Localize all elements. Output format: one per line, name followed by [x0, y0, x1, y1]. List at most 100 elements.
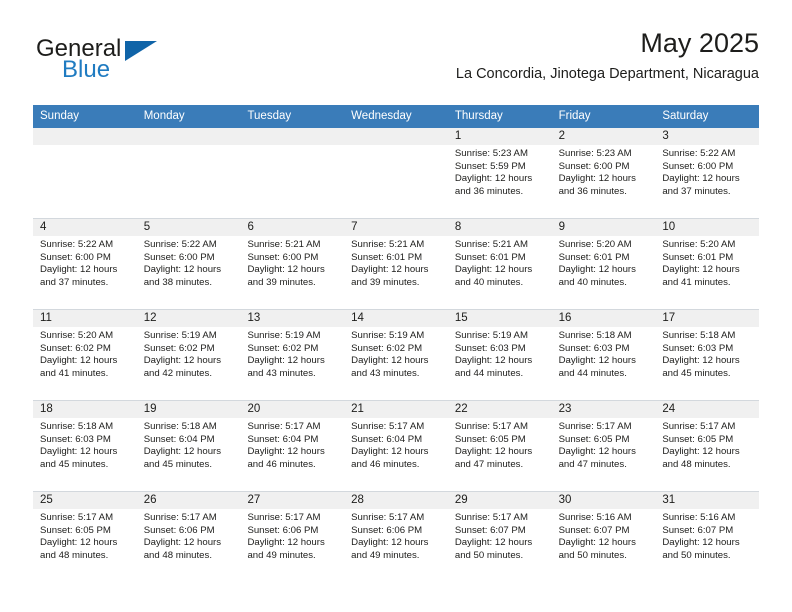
day-info-line: Sunrise: 5:17 AM: [351, 512, 425, 523]
calendar-week-row: 18 Sunrise: 5:18 AM Sunset: 6:03 PM Dayligh…: [33, 400, 760, 491]
day-number: 23: [551, 401, 656, 418]
calendar-day-cell[interactable]: 27 Sunrise: 5:17 AM Sunset: 6:06 PM Dayligh…: [240, 492, 345, 582]
day-number: 6: [240, 219, 345, 236]
day-info-line: Daylight: 12 hours: [351, 537, 429, 549]
calendar-day-cell[interactable]: 18 Sunrise: 5:18 AM Sunset: 6:03 PM Dayligh…: [33, 401, 137, 491]
day-info-line: and 40 minutes.: [454, 276, 524, 288]
calendar-day-cell[interactable]: 7 Sunrise: 5:21 AM Sunset: 6:01 PM Daylight…: [344, 219, 448, 309]
calendar-day-cell[interactable]: 16 Sunrise: 5:18 AM Sunset: 6:03 PM Dayligh…: [551, 310, 656, 400]
calendar-day-cell[interactable]: 1 Sunrise: 5:23 AM Sunset: 5:59 PM Daylight…: [447, 128, 552, 218]
day-info-line: Sunset: 6:04 PM: [143, 433, 215, 445]
day-info-line: Sunset: 6:07 PM: [662, 524, 734, 536]
weekday-header-wednesday: Wednesday: [351, 110, 412, 122]
day-info-line: Daylight: 12 hours: [247, 264, 325, 276]
day-number: 5: [136, 219, 241, 236]
calendar-day-cell[interactable]: 20 Sunrise: 5:17 AM Sunset: 6:04 PM Dayligh…: [240, 401, 345, 491]
calendar-day-cell[interactable]: 8 Sunrise: 5:21 AM Sunset: 6:01 PM Daylight…: [447, 219, 552, 309]
day-number: 4: [33, 219, 137, 236]
day-number: 12: [136, 310, 241, 327]
calendar-day-cell[interactable]: 19 Sunrise: 5:18 AM Sunset: 6:04 PM Dayligh…: [136, 401, 241, 491]
day-info-line: Sunset: 6:00 PM: [662, 160, 734, 172]
day-info-line: Sunset: 6:05 PM: [40, 524, 111, 536]
calendar-day-cell[interactable]: 9 Sunrise: 5:20 AM Sunset: 6:01 PM Daylight…: [551, 219, 656, 309]
general-blue-logo[interactable]: General Blue: [33, 26, 293, 83]
day-info-line: Sunset: 6:00 PM: [558, 160, 630, 172]
day-info-line: Sunset: 6:02 PM: [143, 342, 215, 354]
calendar-day-cell[interactable]: 21 Sunrise: 5:17 AM Sunset: 6:04 PM Dayligh…: [344, 401, 448, 491]
day-sun-info: Sunrise: 5:20 AM Sunset: 6:01 PM Daylight:…: [552, 236, 656, 289]
calendar-day-cell[interactable]: 29 Sunrise: 5:17 AM Sunset: 6:07 PM Dayligh…: [447, 492, 552, 582]
day-sun-info: Sunrise: 5:21 AM Sunset: 6:00 PM Daylight:…: [240, 236, 344, 289]
calendar-day-cell[interactable]: 26 Sunrise: 5:17 AM Sunset: 6:06 PM Dayligh…: [136, 492, 241, 582]
day-number: [344, 128, 448, 145]
calendar-day-cell[interactable]: 10 Sunrise: 5:20 AM Sunset: 6:01 PM Dayligh…: [655, 219, 760, 309]
day-number: 16: [551, 310, 656, 327]
weekday-header-thursday: Thursday: [454, 110, 503, 122]
day-info-line: Daylight: 12 hours: [454, 173, 533, 185]
day-number: 28: [344, 492, 448, 509]
day-info-line: and 38 minutes.: [143, 276, 212, 288]
day-sun-info: Sunrise: 5:17 AM Sunset: 6:05 PM Daylight:…: [552, 418, 656, 471]
day-sun-info: Sunrise: 5:18 AM Sunset: 6:03 PM Daylight:…: [655, 327, 759, 380]
calendar-day-cell[interactable]: 4 Sunrise: 5:22 AM Sunset: 6:00 PM Daylight…: [33, 219, 137, 309]
calendar-day-cell[interactable]: 23 Sunrise: 5:17 AM Sunset: 6:05 PM Dayligh…: [551, 401, 656, 491]
day-number: 31: [655, 492, 760, 509]
day-sun-info: Sunrise: 5:21 AM Sunset: 6:01 PM Daylight:…: [448, 236, 552, 289]
day-info-line: Sunrise: 5:20 AM: [40, 330, 114, 341]
day-info-line: Sunrise: 5:19 AM: [247, 330, 321, 341]
calendar-day-cell[interactable]: 12 Sunrise: 5:19 AM Sunset: 6:02 PM Dayligh…: [136, 310, 241, 400]
day-sun-info: Sunrise: 5:23 AM Sunset: 6:00 PM Daylight:…: [552, 145, 656, 198]
calendar-week-row: 25 Sunrise: 5:17 AM Sunset: 6:05 PM Dayligh…: [33, 491, 760, 582]
calendar-day-cell[interactable]: 22 Sunrise: 5:17 AM Sunset: 6:05 PM Dayligh…: [447, 401, 552, 491]
day-number: 10: [655, 219, 760, 236]
calendar-day-cell[interactable]: 2 Sunrise: 5:23 AM Sunset: 6:00 PM Daylight…: [551, 128, 656, 218]
day-info-line: Daylight: 12 hours: [351, 355, 429, 367]
calendar-day-cell[interactable]: 3 Sunrise: 5:22 AM Sunset: 6:00 PM Daylight…: [655, 128, 760, 218]
day-sun-info: Sunrise: 5:19 AM Sunset: 6:02 PM Daylight:…: [137, 327, 241, 380]
day-info-line: and 40 minutes.: [558, 276, 627, 288]
day-number: 29: [447, 492, 552, 509]
day-info-line: Sunrise: 5:22 AM: [40, 239, 114, 250]
day-info-line: and 47 minutes.: [558, 458, 627, 470]
day-info-line: and 46 minutes.: [247, 458, 316, 470]
day-info-line: and 48 minutes.: [662, 458, 731, 470]
day-info-line: Daylight: 12 hours: [558, 173, 636, 185]
day-info-line: Sunrise: 5:21 AM: [351, 239, 425, 250]
day-info-line: Sunset: 6:01 PM: [351, 251, 423, 263]
calendar-day-cell[interactable]: 13 Sunrise: 5:19 AM Sunset: 6:02 PM Dayligh…: [240, 310, 345, 400]
day-info-line: Sunset: 6:07 PM: [454, 524, 526, 536]
day-info-line: Daylight: 12 hours: [558, 355, 636, 367]
calendar-day-cell[interactable]: 24 Sunrise: 5:17 AM Sunset: 6:05 PM Dayligh…: [655, 401, 760, 491]
day-info-line: Daylight: 12 hours: [662, 264, 740, 276]
day-sun-info: Sunrise: 5:17 AM Sunset: 6:05 PM Daylight:…: [33, 509, 137, 562]
calendar-day-cell[interactable]: 11 Sunrise: 5:20 AM Sunset: 6:02 PM Dayligh…: [33, 310, 137, 400]
day-info-line: Sunset: 6:04 PM: [351, 433, 423, 445]
calendar-day-cell[interactable]: 31 Sunrise: 5:16 AM Sunset: 6:07 PM Dayligh…: [655, 492, 760, 582]
calendar-grid: Sunday Monday Tuesday Wednesday Thursday Frid…: [33, 105, 760, 582]
day-info-line: Sunset: 6:06 PM: [143, 524, 215, 536]
day-number: 13: [240, 310, 345, 327]
calendar-day-cell[interactable]: 17 Sunrise: 5:18 AM Sunset: 6:03 PM Dayligh…: [655, 310, 760, 400]
day-info-line: and 49 minutes.: [351, 549, 420, 561]
calendar-day-cell[interactable]: 15 Sunrise: 5:19 AM Sunset: 6:03 PM Dayligh…: [447, 310, 552, 400]
calendar-day-cell[interactable]: 28 Sunrise: 5:17 AM Sunset: 6:06 PM Dayligh…: [344, 492, 448, 582]
day-number: 25: [33, 492, 137, 509]
day-sun-info: Sunrise: 5:20 AM Sunset: 6:02 PM Daylight:…: [33, 327, 137, 380]
day-sun-info: Sunrise: 5:22 AM Sunset: 6:00 PM Daylight:…: [655, 145, 759, 198]
day-info-line: Sunrise: 5:17 AM: [143, 512, 217, 523]
day-info-line: and 42 minutes.: [143, 367, 212, 379]
day-info-line: Sunset: 6:07 PM: [558, 524, 630, 536]
day-number: [240, 128, 345, 145]
calendar-day-empty: [136, 128, 241, 218]
day-info-line: Sunrise: 5:18 AM: [143, 421, 217, 432]
calendar-day-cell[interactable]: 14 Sunrise: 5:19 AM Sunset: 6:02 PM Dayligh…: [344, 310, 448, 400]
calendar-day-cell[interactable]: 5 Sunrise: 5:22 AM Sunset: 6:00 PM Daylight…: [136, 219, 241, 309]
day-info-line: Sunset: 6:01 PM: [662, 251, 734, 263]
calendar-day-cell[interactable]: 25 Sunrise: 5:17 AM Sunset: 6:05 PM Dayligh…: [33, 492, 137, 582]
calendar-week-row: 4 Sunrise: 5:22 AM Sunset: 6:00 PM Daylight…: [33, 218, 760, 309]
calendar-day-empty: [344, 128, 448, 218]
day-sun-info: Sunrise: 5:17 AM Sunset: 6:04 PM Daylight:…: [240, 418, 344, 471]
calendar-day-cell[interactable]: 30 Sunrise: 5:16 AM Sunset: 6:07 PM Dayligh…: [551, 492, 656, 582]
day-info-line: Sunset: 5:59 PM: [454, 160, 526, 172]
calendar-day-cell[interactable]: 6 Sunrise: 5:21 AM Sunset: 6:00 PM Daylight…: [240, 219, 345, 309]
